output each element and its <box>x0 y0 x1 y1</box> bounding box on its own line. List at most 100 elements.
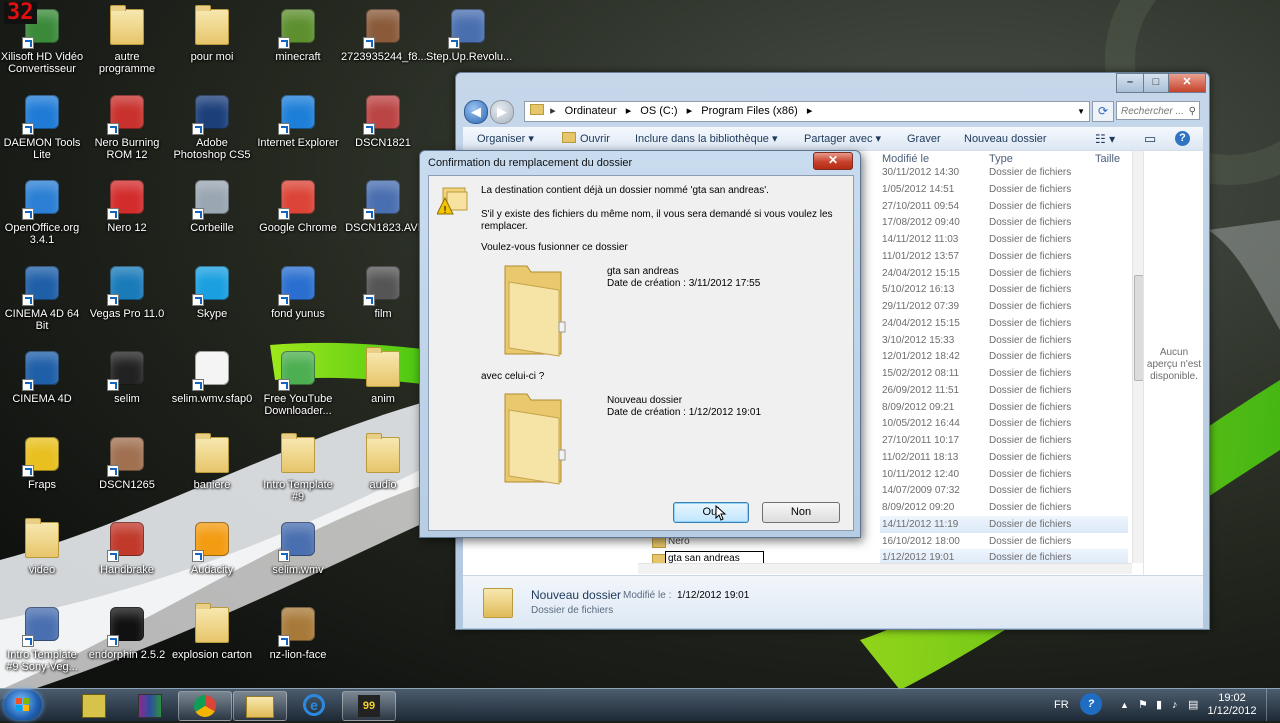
include-library-button[interactable]: Inclure dans la bibliothèque ▾ <box>635 127 778 151</box>
desktop-icon[interactable]: Handbrake <box>85 519 169 576</box>
desktop-icon[interactable]: baniere <box>170 433 254 491</box>
desktop-icon[interactable]: Intro Template #9 Sony Veg... <box>0 604 84 673</box>
volume-icon[interactable]: ♪ <box>1172 689 1178 721</box>
help-tray-icon[interactable]: ? <box>1080 693 1102 715</box>
address-bar[interactable]: ▸ Ordinateur ▸ OS (C:) ▸ Program Files (… <box>524 101 1090 122</box>
desktop-icon[interactable]: selim.wmv <box>256 519 340 576</box>
table-row[interactable]: 8/09/2012 09:20 Dossier de fichiers <box>880 499 1128 516</box>
desktop-icon[interactable]: DSCN1265 <box>85 434 169 491</box>
desktop-icon[interactable]: explosion carton <box>170 603 254 661</box>
desktop-icon[interactable]: selim.wmv.sfap0 <box>170 348 254 405</box>
table-row[interactable]: 11/02/2011 18:13 Dossier de fichiers <box>880 449 1128 466</box>
desktop-icon[interactable]: Corbeille <box>170 177 254 234</box>
show-desktop-button[interactable] <box>1266 689 1280 721</box>
horizontal-scrollbar[interactable] <box>638 563 1132 574</box>
vertical-scrollbar[interactable] <box>1132 151 1144 563</box>
minimize-button[interactable]: – <box>1116 73 1144 93</box>
clock[interactable]: 19:02 1/12/2012 <box>1204 692 1260 718</box>
language-indicator[interactable]: FR <box>1054 689 1069 721</box>
table-row[interactable]: 29/11/2012 07:39 Dossier de fichiers <box>880 298 1128 315</box>
table-row[interactable]: 15/02/2012 08:11 Dossier de fichiers <box>880 365 1128 382</box>
desktop-icon[interactable]: CINEMA 4D 64 Bit <box>0 263 84 332</box>
desktop-icon[interactable]: DAEMON Tools Lite <box>0 92 84 161</box>
breadcrumb-program-files[interactable]: Program Files (x86) <box>701 105 798 117</box>
desktop-icon[interactable]: Vegas Pro 11.0 <box>85 263 169 320</box>
desktop-icon[interactable]: Step.Up.Revolu... <box>426 6 512 63</box>
desktop-icon[interactable]: video <box>0 518 84 576</box>
desktop-icon[interactable]: film <box>341 263 425 320</box>
breadcrumb-ordinateur[interactable]: Ordinateur <box>565 105 617 117</box>
table-row[interactable]: 24/04/2012 15:15 Dossier de fichiers <box>880 265 1128 282</box>
table-row[interactable]: 14/11/2012 11:19 Dossier de fichiers <box>880 515 1128 533</box>
desktop-icon[interactable]: endorphin 2.5.2 <box>85 604 169 661</box>
table-row[interactable]: 5/10/2012 16:13 Dossier de fichiers <box>880 281 1128 298</box>
desktop-icon[interactable]: 2723935244_f8... <box>341 6 427 63</box>
desktop-icon[interactable]: Skype <box>170 263 254 320</box>
desktop-icon[interactable]: audio <box>341 433 425 491</box>
table-row[interactable]: 3/10/2012 15:33 Dossier de fichiers <box>880 332 1128 349</box>
address-dropdown-icon[interactable]: ▼ <box>1077 102 1085 121</box>
share-button[interactable]: Partager avec ▾ <box>804 127 881 151</box>
preview-pane-icon[interactable]: ▭ <box>1144 127 1156 151</box>
desktop-icon[interactable]: nz-lion-face <box>256 604 340 661</box>
taskbar-explorer[interactable] <box>233 691 287 721</box>
table-row[interactable]: 17/08/2012 09:40 Dossier de fichiers <box>880 214 1128 231</box>
help-icon[interactable]: ? <box>1175 131 1190 146</box>
burn-button[interactable]: Graver <box>907 127 941 151</box>
power-icon[interactable]: ▤ <box>1188 689 1198 721</box>
view-options-icon[interactable]: ☷ ▾ <box>1095 127 1115 151</box>
desktop-icon[interactable]: DSCN1821 <box>341 92 425 149</box>
desktop-icon[interactable]: selim <box>85 348 169 405</box>
taskbar-chrome[interactable] <box>178 691 232 721</box>
search-input[interactable]: Rechercher ... ⚲ <box>1116 101 1200 120</box>
table-row[interactable]: 11/01/2012 13:57 Dossier de fichiers <box>880 248 1128 265</box>
desktop-icon[interactable]: minecraft <box>256 6 340 63</box>
table-row[interactable]: 1/05/2012 14:51 Dossier de fichiers <box>880 181 1128 198</box>
desktop-icon[interactable]: DSCN1823.AVI <box>341 177 425 234</box>
desktop-icon[interactable]: Fraps <box>0 434 84 491</box>
desktop-icon[interactable]: Audacity <box>170 519 254 576</box>
table-row[interactable]: 27/10/2011 10:17 Dossier de fichiers <box>880 432 1128 449</box>
network-tray-icon[interactable]: ⚑ <box>1138 689 1148 721</box>
desktop-icon[interactable]: fond yunus <box>256 263 340 320</box>
table-row[interactable]: 30/11/2012 14:30 Dossier de fichiers <box>880 164 1128 181</box>
desktop-icon[interactable]: anim <box>341 347 425 405</box>
back-button[interactable]: ◀ <box>464 100 488 124</box>
replace-folder-dialog[interactable]: Confirmation du remplacement du dossier … <box>419 150 861 538</box>
taskbar-internet-explorer[interactable]: e <box>288 691 340 719</box>
start-button[interactable] <box>4 690 42 720</box>
desktop-icon[interactable]: Intro Template #9 <box>256 433 340 503</box>
table-row[interactable]: 12/01/2012 18:42 Dossier de fichiers <box>880 348 1128 365</box>
close-button[interactable]: ✕ <box>1168 73 1206 93</box>
yes-button[interactable]: Oui <box>673 502 749 523</box>
table-row[interactable]: 14/07/2009 07:32 Dossier de fichiers <box>880 482 1128 499</box>
table-row[interactable]: 10/05/2012 16:44 Dossier de fichiers <box>880 415 1128 432</box>
table-row[interactable]: 8/09/2012 09:21 Dossier de fichiers <box>880 399 1128 416</box>
desktop-icon[interactable]: Adobe Photoshop CS5 <box>170 92 254 161</box>
table-row[interactable]: 14/11/2012 11:03 Dossier de fichiers <box>880 231 1128 248</box>
new-folder-button[interactable]: Nouveau dossier <box>964 127 1047 151</box>
forward-button[interactable]: ▶ <box>490 100 514 124</box>
refresh-icon[interactable]: ⟳ <box>1092 101 1114 122</box>
taskbar-winrar[interactable] <box>124 691 176 719</box>
desktop-icon[interactable]: Internet Explorer <box>256 92 340 149</box>
desktop-icon[interactable]: pour moi <box>170 5 254 63</box>
open-button[interactable]: Ouvrir <box>562 127 610 151</box>
table-row[interactable]: 27/10/2011 09:54 Dossier de fichiers <box>880 198 1128 215</box>
no-button[interactable]: Non <box>762 502 840 523</box>
table-row[interactable]: 16/10/2012 18:00 Dossier de fichiers <box>880 533 1128 550</box>
organiser-button[interactable]: Organiser ▾ <box>477 127 534 151</box>
table-row[interactable]: 10/11/2012 12:40 Dossier de fichiers <box>880 466 1128 483</box>
taskbar-fraps[interactable]: 99 <box>342 691 396 721</box>
maximize-button[interactable]: □ <box>1143 73 1169 93</box>
dialog-close-button[interactable]: ✕ <box>813 152 853 170</box>
action-center-icon[interactable]: ▮ <box>1156 689 1162 721</box>
table-row[interactable]: 26/09/2012 11:51 Dossier de fichiers <box>880 382 1128 399</box>
desktop-icon[interactable]: OpenOffice.org 3.4.1 <box>0 177 84 246</box>
desktop-icon[interactable]: Nero Burning ROM 12 <box>85 92 169 161</box>
desktop-icon[interactable]: CINEMA 4D <box>0 348 84 405</box>
table-row[interactable]: 24/04/2012 15:15 Dossier de fichiers <box>880 315 1128 332</box>
taskbar-media-player[interactable] <box>68 691 120 719</box>
desktop-icon[interactable]: Google Chrome <box>256 177 340 234</box>
desktop-icon[interactable]: autre programme <box>85 5 169 75</box>
